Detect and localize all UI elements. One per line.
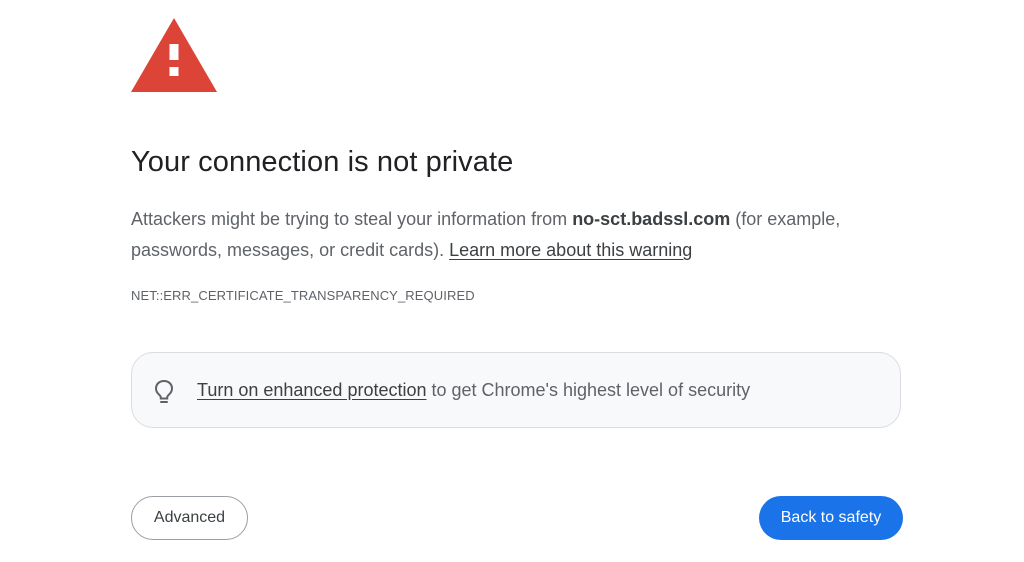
back-to-safety-button[interactable]: Back to safety [759, 496, 903, 540]
error-code: NET::ERR_CERTIFICATE_TRANSPARENCY_REQUIR… [131, 288, 475, 303]
lightbulb-icon [154, 379, 174, 403]
learn-more-link[interactable]: Learn more about this warning [449, 240, 692, 260]
advanced-button[interactable]: Advanced [131, 496, 248, 540]
promo-text: Turn on enhanced protection to get Chrom… [197, 380, 750, 401]
page-title: Your connection is not private [131, 146, 514, 178]
explanation-paragraph: Attackers might be trying to steal your … [131, 204, 911, 266]
security-interstitial-page: Your connection is not private Attackers… [0, 0, 1024, 562]
promo-text-after: to get Chrome's highest level of securit… [426, 380, 751, 400]
warning-triangle-icon [131, 18, 217, 92]
enhanced-protection-promo: Turn on enhanced protection to get Chrom… [131, 352, 901, 428]
explanation-text-before: Attackers might be trying to steal your … [131, 209, 573, 229]
enhanced-protection-link[interactable]: Turn on enhanced protection [197, 380, 427, 400]
site-host: no-sct.badssl.com [572, 209, 731, 229]
